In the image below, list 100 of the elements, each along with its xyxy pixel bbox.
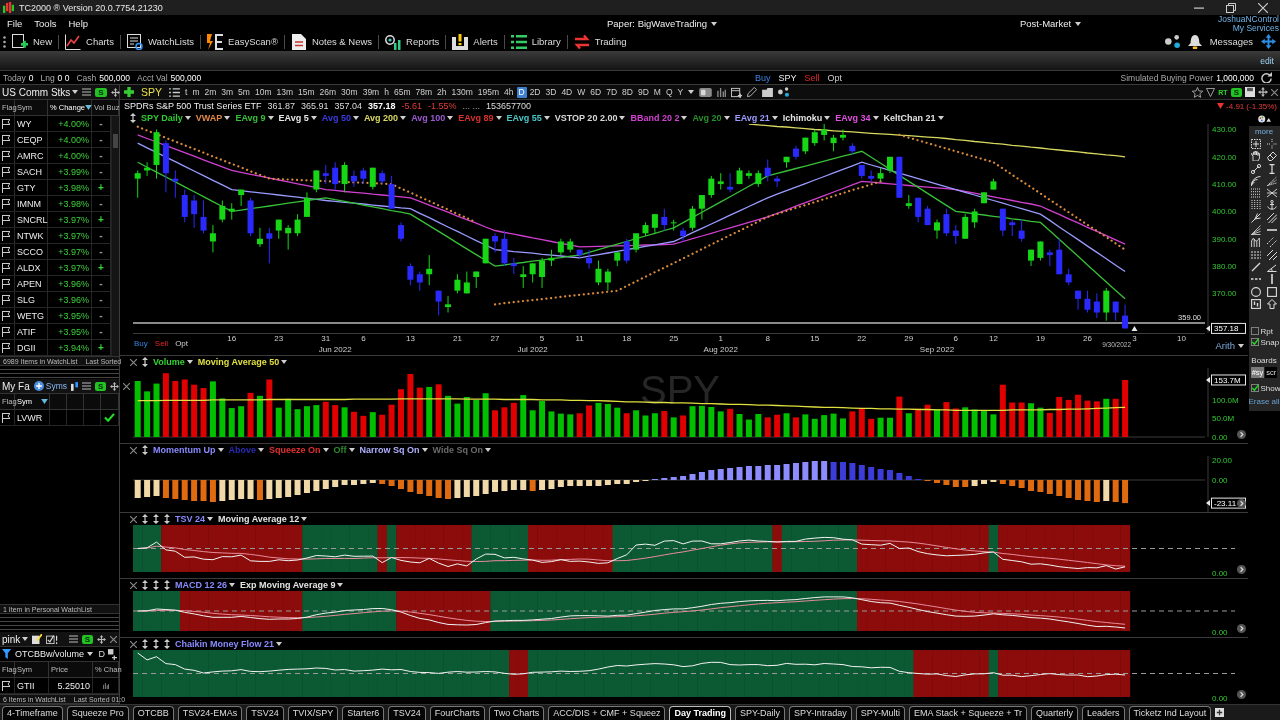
close-pane-icon[interactable] bbox=[130, 515, 137, 523]
timeframe-tab[interactable]: 65m bbox=[391, 86, 413, 98]
reorder-icon[interactable] bbox=[142, 357, 148, 367]
dashed-lines-icon[interactable] bbox=[1251, 249, 1261, 260]
reorder-icon[interactable] bbox=[142, 639, 148, 649]
eraser-icon[interactable] bbox=[1267, 151, 1277, 162]
option-button[interactable]: Opt bbox=[175, 339, 189, 348]
flag-icon[interactable] bbox=[2, 680, 10, 691]
bar-box-icon[interactable] bbox=[1251, 298, 1261, 309]
timeframe-tab[interactable]: Q bbox=[663, 86, 675, 98]
triangle-icon[interactable] bbox=[1206, 87, 1216, 97]
indicator-label[interactable]: EAvg 55 bbox=[506, 112, 550, 124]
layout-tab[interactable]: Day Trading bbox=[669, 706, 731, 720]
indicator-label[interactable]: KeltChan 21 bbox=[883, 112, 944, 124]
scan-button[interactable]: S bbox=[95, 381, 107, 391]
flag-icon[interactable] bbox=[2, 262, 10, 273]
scroll-right-icon[interactable] bbox=[1237, 430, 1246, 439]
flag-icon[interactable] bbox=[2, 310, 10, 321]
scrollbar[interactable] bbox=[111, 116, 119, 356]
layout-tab[interactable]: TSV24 bbox=[246, 706, 284, 720]
reorder-icon[interactable] bbox=[142, 514, 148, 524]
timeframe-tab[interactable]: D bbox=[516, 86, 527, 98]
indicator-label[interactable]: EAvg 34 bbox=[835, 112, 879, 124]
indicator-label[interactable]: Chaikin Money Flow 21 bbox=[175, 638, 283, 650]
layout-tab[interactable]: 4-Timeframe bbox=[2, 706, 63, 720]
indicator-label[interactable]: Avg 100 bbox=[411, 112, 454, 124]
layout-tab[interactable]: Quarterly bbox=[1031, 706, 1079, 720]
timeframe-tab[interactable]: 2m bbox=[202, 86, 219, 98]
scan-button[interactable]: S bbox=[81, 634, 93, 644]
watchlists-button[interactable]: WatchLists bbox=[121, 33, 201, 50]
pitchfork-icon[interactable] bbox=[1251, 212, 1261, 223]
star-icon[interactable] bbox=[1192, 86, 1204, 98]
symbol-link[interactable]: SPY bbox=[778, 72, 797, 83]
refresh-icon[interactable] bbox=[1261, 72, 1272, 83]
layout-tab[interactable]: OTCBB bbox=[132, 706, 174, 720]
more-button[interactable]: more bbox=[1254, 127, 1274, 136]
option-link[interactable]: Opt bbox=[827, 72, 843, 83]
vertical-dotted-lines-icon[interactable] bbox=[1251, 200, 1261, 211]
scan-button[interactable]: S bbox=[1230, 87, 1242, 97]
watchlist-dropdown[interactable]: US Comm Stks bbox=[2, 86, 79, 98]
layout-tab[interactable]: SPY-Daily bbox=[734, 706, 786, 720]
share-icon[interactable] bbox=[1164, 35, 1180, 48]
close-icon[interactable] bbox=[123, 382, 131, 390]
indicator-label[interactable]: Momentum Up bbox=[153, 444, 224, 456]
reorder-icon[interactable] bbox=[164, 514, 170, 524]
close-pane-icon[interactable] bbox=[130, 581, 137, 589]
up-arrow-icon[interactable] bbox=[1267, 298, 1277, 309]
layout-tab[interactable]: ACC/DIS + CMF + Squeez bbox=[548, 706, 666, 720]
pencil-icon[interactable] bbox=[747, 87, 758, 97]
close-pane-icon[interactable] bbox=[130, 358, 137, 366]
indicator-label[interactable]: Ichimoku bbox=[782, 112, 831, 124]
list-icon[interactable] bbox=[169, 87, 180, 97]
close-icon[interactable] bbox=[1271, 88, 1278, 96]
folder-icon[interactable] bbox=[762, 87, 774, 97]
reorder-icon[interactable] bbox=[153, 514, 159, 524]
indicator-label[interactable]: Narrow Sq On bbox=[359, 444, 428, 456]
layout-tab[interactable]: FourCharts bbox=[429, 706, 485, 720]
selection-icon[interactable] bbox=[1251, 139, 1261, 149]
scroll-right-icon[interactable] bbox=[1237, 624, 1246, 633]
flag-icon[interactable] bbox=[2, 342, 10, 353]
timeframe-tab[interactable]: 3D bbox=[543, 86, 559, 98]
add-symbols-button[interactable]: Syms bbox=[33, 381, 68, 391]
filter-icon[interactable] bbox=[2, 649, 12, 659]
move-icon[interactable] bbox=[1261, 34, 1276, 49]
layout-tab[interactable]: TSV24-EMAs bbox=[177, 706, 243, 720]
layout-tab[interactable]: Squeeze Pro bbox=[66, 706, 129, 720]
cycle-lines-icon[interactable] bbox=[1251, 237, 1261, 248]
flag-icon[interactable] bbox=[2, 166, 10, 177]
timeframe-tab[interactable]: 78m bbox=[413, 86, 435, 98]
timeframe-tab[interactable]: 130m bbox=[449, 86, 475, 98]
account-dropdown[interactable]: Paper: BigWaveTrading bbox=[607, 18, 718, 29]
add-column-icon[interactable] bbox=[108, 648, 117, 660]
crossing-lines-icon[interactable] bbox=[1267, 188, 1277, 199]
move-icon[interactable] bbox=[110, 87, 120, 97]
timeframe-tab[interactable]: m bbox=[190, 86, 202, 98]
indicator-label[interactable]: BBand 20 2 bbox=[630, 112, 688, 124]
square-icon[interactable] bbox=[1267, 286, 1277, 297]
indicator-label[interactable]: VWAP bbox=[195, 112, 231, 124]
flag-icon[interactable] bbox=[2, 150, 10, 161]
session-dropdown[interactable]: Post-Market bbox=[1020, 18, 1082, 29]
indicator-label[interactable]: EAvg 89 bbox=[458, 112, 502, 124]
indicator-label[interactable]: Moving Average 12 bbox=[218, 513, 308, 525]
reorder-icon[interactable] bbox=[130, 113, 136, 123]
bars-icon[interactable] bbox=[717, 87, 727, 97]
fan-lines-icon[interactable] bbox=[1267, 175, 1277, 186]
reorder-icon[interactable] bbox=[164, 580, 170, 590]
timeframe-tab[interactable]: 2D bbox=[527, 86, 543, 98]
option-checkbox[interactable]: Snap bbox=[1250, 337, 1280, 347]
menu-icon[interactable] bbox=[82, 382, 92, 390]
menu-item[interactable]: Help bbox=[62, 18, 95, 29]
move-icon[interactable] bbox=[97, 634, 106, 644]
checkbox-icon[interactable] bbox=[46, 634, 59, 644]
timeframe-tab[interactable]: 10m bbox=[252, 86, 274, 98]
timeframe-tab[interactable]: 9D bbox=[635, 86, 651, 98]
hand-icon[interactable] bbox=[1251, 151, 1261, 162]
diagonal-lines-icon[interactable] bbox=[1267, 212, 1277, 223]
flag-icon[interactable] bbox=[2, 134, 10, 145]
timeframe-tab[interactable]: 4h bbox=[502, 86, 516, 98]
easyscan-button[interactable]: EasyScan® bbox=[201, 33, 284, 50]
menu-item[interactable]: File bbox=[1, 18, 29, 29]
